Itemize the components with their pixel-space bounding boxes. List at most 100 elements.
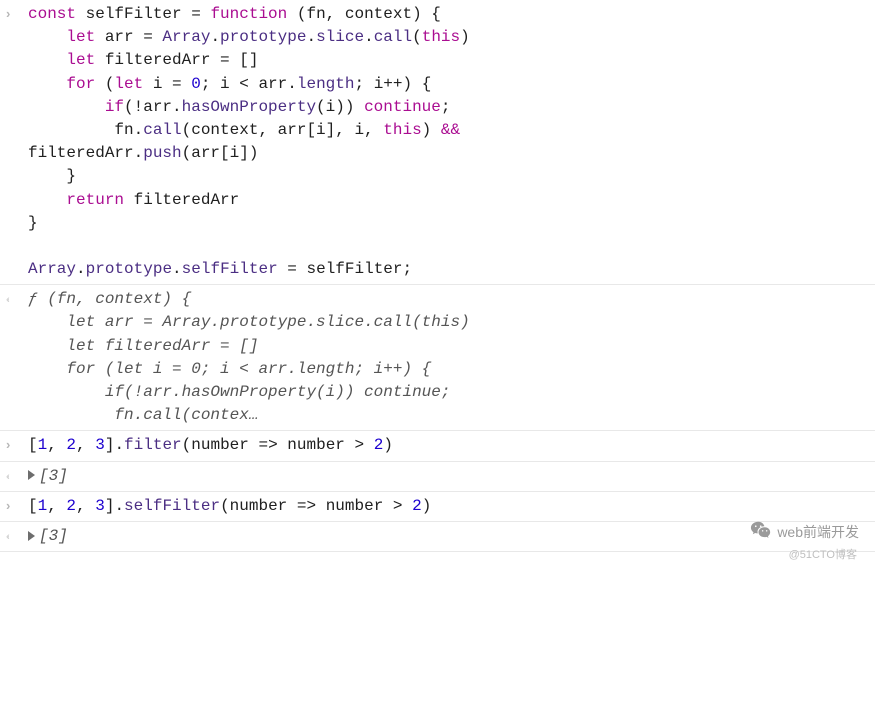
- code-token: this: [422, 28, 460, 46]
- code-token: ].: [105, 436, 124, 454]
- code-token: fn.: [28, 121, 143, 139]
- code-token: length: [297, 75, 355, 93]
- code-token: .: [306, 28, 316, 46]
- code-token: filter: [124, 436, 182, 454]
- devtools-console: const selfFilter = function (fn, context…: [0, 0, 875, 552]
- code-token: ; i: [354, 75, 383, 93]
- code-token: arr: [258, 75, 287, 93]
- console-output: [3]: [28, 525, 875, 548]
- code-token: const: [28, 5, 86, 23]
- code-token: =>: [258, 436, 287, 454]
- code-token: }: [28, 167, 76, 185]
- code-token: =: [220, 51, 239, 69]
- code-token: (!arr.: [124, 98, 182, 116]
- code-token: .: [210, 28, 220, 46]
- console-input[interactable]: [1, 2, 3].selfFilter(number => number > …: [28, 495, 875, 518]
- code-token: if(!arr.hasOwnProperty(i)) continue;: [28, 383, 450, 401]
- code-token: number: [326, 497, 393, 515]
- code-token: 1: [38, 497, 48, 515]
- code-token: ): [422, 121, 441, 139]
- code-token: selfFilter: [86, 5, 192, 23]
- code-token: 3: [95, 497, 105, 515]
- output-prompt-icon: [6, 288, 28, 309]
- code-token: [28, 28, 66, 46]
- code-token: (: [412, 28, 422, 46]
- code-token: ;: [441, 98, 451, 116]
- code-token: []: [239, 51, 258, 69]
- code-token: ,: [76, 436, 95, 454]
- input-prompt-icon: [6, 434, 28, 455]
- console-row: [3]: [0, 522, 875, 552]
- code-token: (i)): [316, 98, 364, 116]
- code-token: if: [105, 98, 124, 116]
- code-token: let arr = Array.prototype.slice.call(thi…: [28, 313, 470, 331]
- code-token: [28, 75, 66, 93]
- code-token: hasOwnProperty: [182, 98, 316, 116]
- code-token: [3]: [39, 467, 68, 485]
- code-token: ): [422, 497, 432, 515]
- expand-toggle-icon[interactable]: [28, 470, 35, 480]
- code-token: i: [153, 75, 172, 93]
- code-token: 2: [66, 436, 76, 454]
- code-token: this: [383, 121, 421, 139]
- code-token: (context, arr[i], i,: [182, 121, 384, 139]
- code-token: selfFilter: [182, 260, 288, 278]
- code-token: <: [239, 75, 258, 93]
- code-token: ): [460, 28, 470, 46]
- code-token: >: [393, 497, 412, 515]
- code-token: [: [28, 436, 38, 454]
- code-token: return: [66, 191, 133, 209]
- console-input[interactable]: [1, 2, 3].filter(number => number > 2): [28, 434, 875, 457]
- code-token: prototype: [220, 28, 306, 46]
- code-token: push: [143, 144, 181, 162]
- code-token: filteredArr.: [28, 144, 143, 162]
- code-token: =>: [297, 497, 326, 515]
- code-token: filteredArr: [134, 191, 240, 209]
- code-token: Array: [162, 28, 210, 46]
- code-token: 0: [191, 75, 201, 93]
- code-token: fn.call(contex…: [28, 406, 258, 424]
- console-row: [3]: [0, 462, 875, 492]
- code-token: (number: [220, 497, 297, 515]
- code-token: (fn, context) {: [297, 5, 441, 23]
- code-token: number: [287, 436, 354, 454]
- code-token: function: [210, 5, 296, 23]
- input-prompt-icon: [6, 495, 28, 516]
- code-token: ƒ (fn, context) {: [28, 290, 191, 308]
- code-token: 1: [38, 436, 48, 454]
- output-prompt-icon: [6, 525, 28, 546]
- code-token: selfFilter: [124, 497, 220, 515]
- input-prompt-icon: [6, 3, 28, 24]
- code-token: 2: [66, 497, 76, 515]
- code-token: call: [374, 28, 412, 46]
- code-token: =: [143, 28, 162, 46]
- console-row: [1, 2, 3].selfFilter(number => number > …: [0, 492, 875, 522]
- code-token: prototype: [86, 260, 172, 278]
- code-token: let: [66, 51, 104, 69]
- code-token: (arr[i]): [182, 144, 259, 162]
- console-input[interactable]: const selfFilter = function (fn, context…: [28, 3, 875, 281]
- code-token: continue: [364, 98, 441, 116]
- console-output: ƒ (fn, context) { let arr = Array.protot…: [28, 288, 875, 427]
- code-token: =: [287, 260, 306, 278]
- code-token: [3]: [39, 527, 68, 545]
- code-token: ++: [383, 75, 402, 93]
- code-token: .: [172, 260, 182, 278]
- code-token: .: [364, 28, 374, 46]
- code-token: ,: [47, 497, 66, 515]
- console-row: [1, 2, 3].filter(number => number > 2): [0, 431, 875, 461]
- code-token: ,: [47, 436, 66, 454]
- watermark-sub: @51CTO博客: [789, 548, 857, 564]
- code-token: 2: [374, 436, 384, 454]
- code-token: slice: [316, 28, 364, 46]
- code-token: let: [114, 75, 152, 93]
- code-token: let filteredArr = []: [28, 337, 258, 355]
- code-token: for: [66, 75, 104, 93]
- expand-toggle-icon[interactable]: [28, 531, 35, 541]
- code-token: 3: [95, 436, 105, 454]
- code-token: [28, 51, 66, 69]
- code-token: ): [383, 436, 393, 454]
- code-token: >: [355, 436, 374, 454]
- code-token: (: [105, 75, 115, 93]
- code-token: ].: [105, 497, 124, 515]
